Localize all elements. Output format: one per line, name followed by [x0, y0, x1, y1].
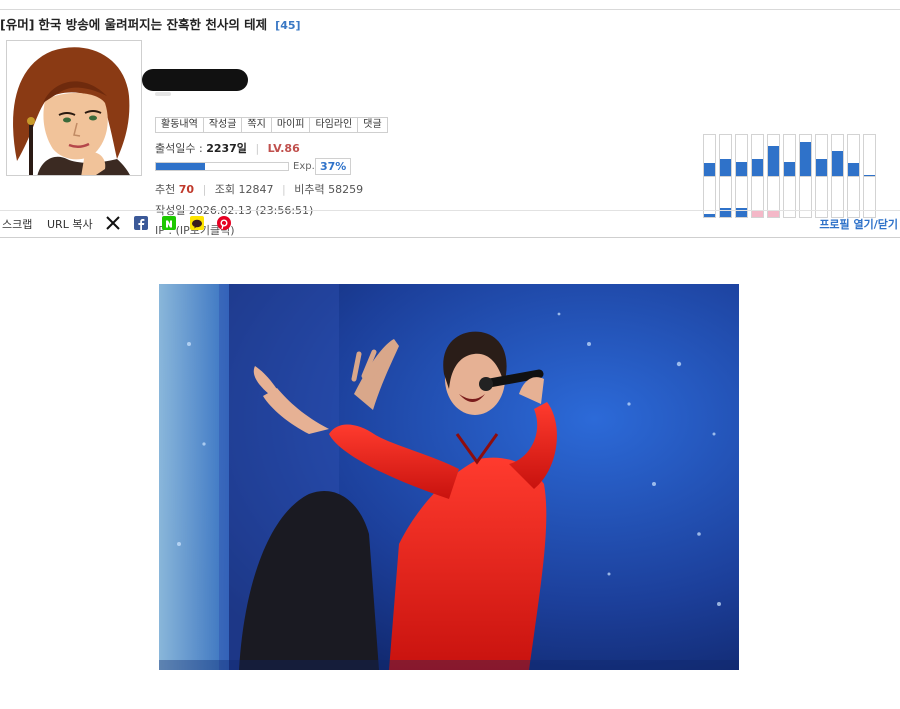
menu-message[interactable]: 쪽지 — [242, 118, 272, 132]
post-title: 한국 방송에 울려퍼지는 잔혹한 천사의 테제 — [38, 17, 268, 32]
activity-bar-divider — [768, 176, 779, 177]
activity-bar-upper — [720, 159, 731, 176]
facebook-icon[interactable] — [134, 216, 148, 231]
avatar[interactable] — [6, 40, 142, 176]
share-divider-bottom — [0, 237, 900, 238]
activity-bar-4 — [751, 134, 764, 218]
ratio-value: 58259 — [328, 183, 364, 196]
profile-toggle-button[interactable]: 프로필 열기/닫기 — [819, 216, 898, 232]
activity-bar-divider — [752, 176, 763, 177]
menu-posts[interactable]: 작성글 — [203, 118, 243, 132]
recommend-label: 추천 — [155, 183, 176, 196]
attendance-value: 2237일 — [206, 142, 247, 155]
attendance-stat: 출석일수 : 2237일 | LV.86 — [155, 142, 300, 155]
activity-bar-upper — [752, 159, 763, 176]
activity-bar-1 — [703, 134, 716, 218]
activity-bar-divider — [720, 176, 731, 177]
ratio-label: 비추력 — [294, 183, 325, 196]
activity-bar-divider — [704, 176, 715, 177]
kakao-icon[interactable] — [190, 216, 204, 230]
exp-progress-bar — [155, 162, 289, 171]
naver-icon[interactable] — [162, 216, 176, 230]
activity-bar-upper — [784, 162, 795, 176]
exp-progress-fill — [156, 163, 205, 170]
activity-bar-divider — [848, 176, 859, 177]
activity-bar-divider — [736, 176, 747, 177]
exp-label: Exp. — [293, 161, 315, 172]
level-badge: LV.86 — [267, 142, 300, 155]
activity-bar-3 — [735, 134, 748, 218]
post-image-singer — [159, 284, 739, 670]
activity-bar-9 — [831, 134, 844, 218]
menu-comments[interactable]: 댓글 — [358, 118, 387, 132]
post-title-row: [유머] 한국 방송에 울려퍼지는 잔혹한 천사의 테제 [45] — [0, 14, 301, 32]
activity-bar-divider — [784, 176, 795, 177]
share-toolbar: 스크랩 URL 복사 프로필 열기/닫기 — [0, 215, 900, 235]
activity-bar-chart — [703, 134, 881, 218]
x-icon[interactable] — [105, 215, 121, 231]
activity-bar-5 — [767, 134, 780, 218]
profile-menu: 활동내역 작성글 쪽지 마이피 타임라인 댓글 — [155, 117, 388, 133]
post-stats: 추천 70 | 조회 12847 | 비추력 58259 — [155, 183, 364, 196]
activity-bar-upper — [848, 163, 859, 176]
activity-bar-divider — [800, 176, 811, 177]
activity-bar-divider — [864, 176, 875, 177]
activity-bar-10 — [847, 134, 860, 218]
attendance-label: 출석일수 : — [155, 142, 203, 155]
menu-timeline[interactable]: 타임라인 — [310, 118, 359, 132]
redacted-username-tail — [155, 92, 171, 96]
activity-bar-divider — [816, 176, 827, 177]
exp-percent: 37% — [315, 158, 352, 175]
activity-bar-upper — [816, 159, 827, 176]
activity-bar-8 — [815, 134, 828, 218]
avatar-illustration — [7, 41, 141, 175]
recommend-value: 70 — [178, 183, 195, 196]
views-value: 12847 — [238, 183, 274, 196]
views-label: 조회 — [214, 183, 236, 196]
menu-activity[interactable]: 활동내역 — [156, 118, 204, 132]
activity-bar-upper — [736, 162, 747, 176]
menu-mypi[interactable]: 마이피 — [271, 118, 311, 132]
activity-bar-upper — [704, 163, 715, 176]
url-copy-button[interactable]: URL 복사 — [47, 216, 93, 232]
share-divider-top — [0, 210, 900, 211]
activity-bar-upper — [832, 151, 843, 176]
activity-bar-7 — [799, 134, 812, 218]
activity-bar-upper — [768, 146, 779, 176]
redacted-username — [142, 69, 248, 91]
comment-count[interactable]: [45] — [275, 19, 300, 32]
top-divider — [0, 9, 900, 10]
post-category: [유머] — [0, 17, 35, 32]
activity-bar-divider — [832, 176, 843, 177]
activity-bar-11 — [863, 134, 876, 218]
pinterest-icon[interactable] — [217, 216, 231, 230]
scrap-button[interactable]: 스크랩 — [2, 216, 32, 232]
activity-bar-upper — [800, 142, 811, 176]
activity-bar-2 — [719, 134, 732, 218]
author-profile: 활동내역 작성글 쪽지 마이피 타임라인 댓글 출석일수 : 2237일 | L… — [0, 38, 900, 237]
activity-bar-6 — [783, 134, 796, 218]
